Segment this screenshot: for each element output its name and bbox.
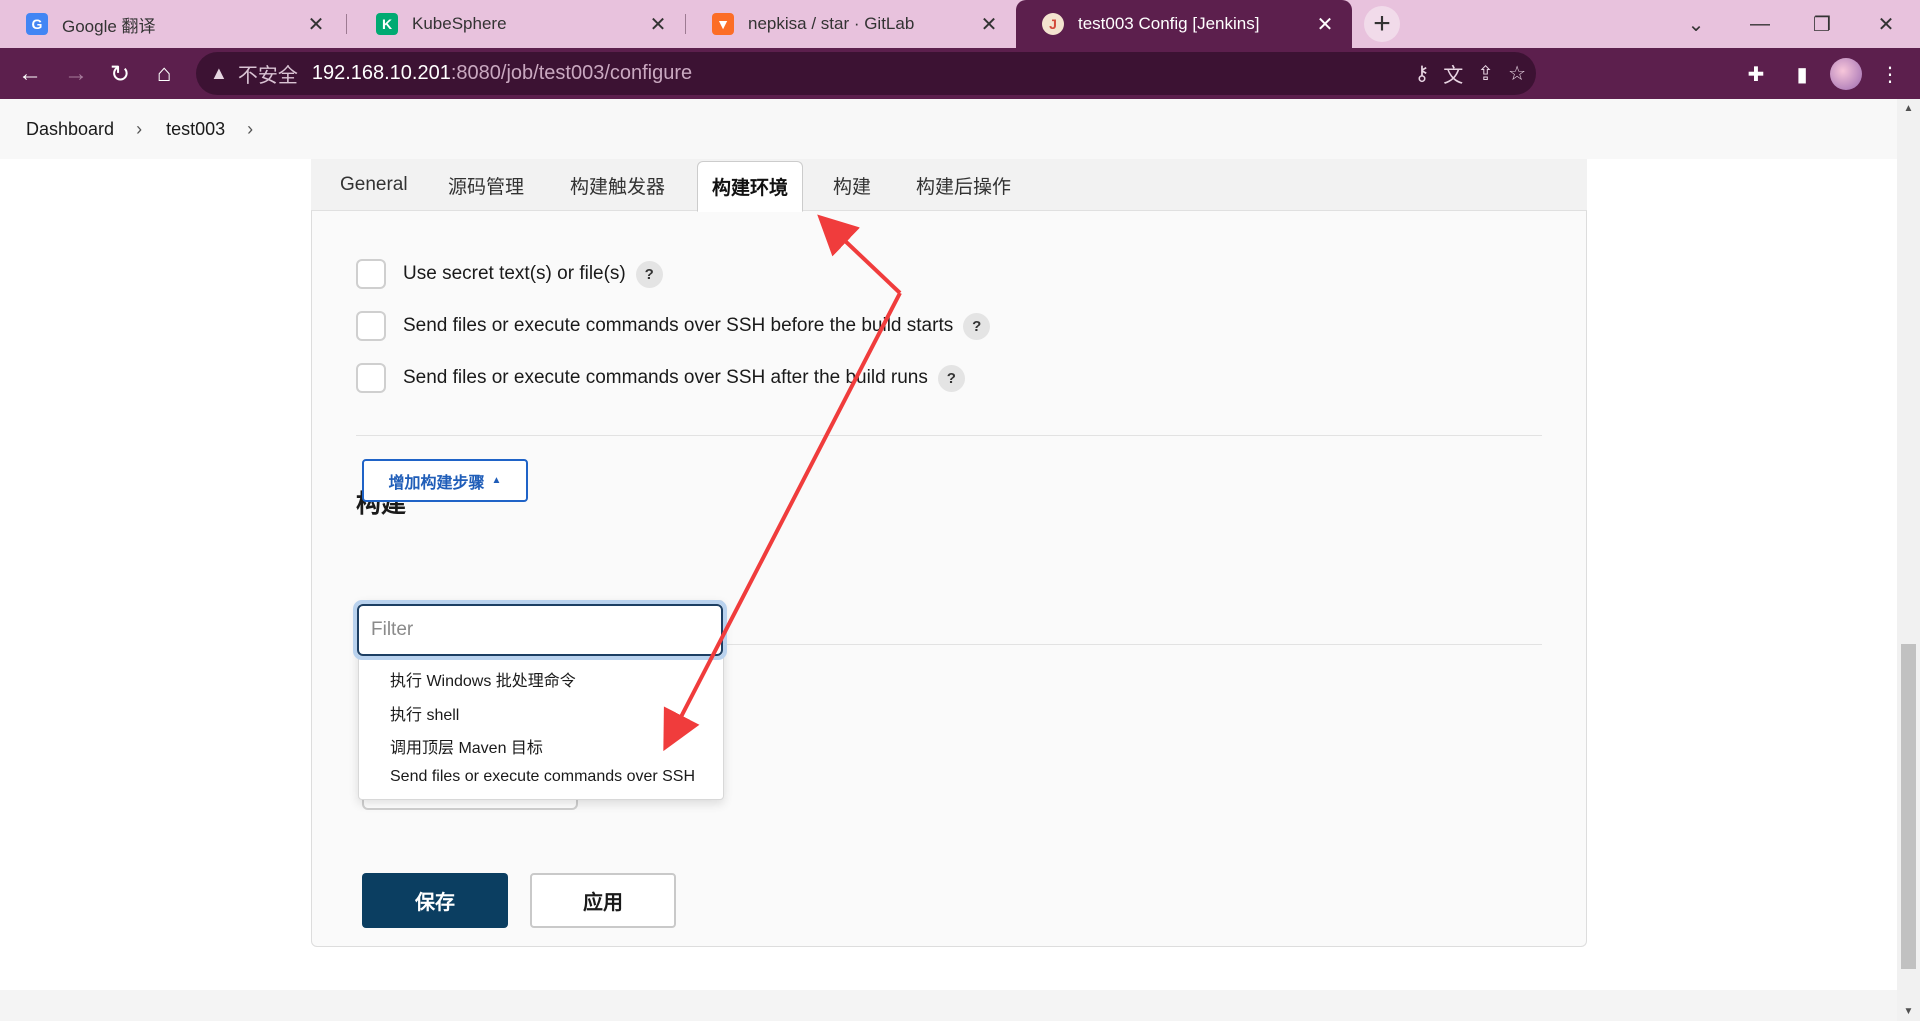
side-panel-icon[interactable]: ▮ — [1784, 56, 1820, 92]
tab-title: KubeSphere — [412, 14, 507, 33]
tab-post-build-actions[interactable]: 构建后操作 — [916, 159, 1011, 211]
browser-toolbar: ← → ↻ ⌂ ▲ 不安全 192.168.10.201:8080/job/te… — [0, 48, 1920, 99]
address-bar-actions: ⚷ 文 ⇪ ☆ — [1415, 52, 1526, 95]
breadcrumb-job[interactable]: test003 — [166, 119, 225, 140]
close-tab-icon[interactable]: ✕ — [978, 12, 1000, 37]
tab-general[interactable]: General — [340, 159, 408, 211]
close-tab-icon[interactable]: ✕ — [1314, 12, 1336, 37]
kubesphere-icon: K — [376, 13, 398, 35]
tab-title: nepkisa / star · GitLab — [748, 14, 915, 33]
option-ssh-after-build: Send files or execute commands over SSH … — [356, 362, 965, 394]
menu-item-execute-shell[interactable]: 执行 shell — [390, 701, 459, 725]
address-bar[interactable]: ▲ 不安全 192.168.10.201:8080/job/test003/co… — [196, 52, 1536, 95]
tab-build[interactable]: 构建 — [833, 159, 871, 211]
browser-tab-gitlab[interactable]: ▼ nepkisa / star · GitLab ✕ — [686, 0, 1016, 48]
config-tab-bar: General 源码管理 构建触发器 构建环境 构建 构建后操作 — [311, 159, 1587, 212]
url-path: :8080/job/test003/configure — [450, 62, 693, 84]
tab-separator — [346, 14, 347, 34]
close-tab-icon[interactable]: ✕ — [305, 12, 327, 37]
tab-title: test003 Config [Jenkins] — [1078, 14, 1260, 33]
add-build-step-label: 增加构建步骤 — [388, 474, 485, 492]
google-translate-icon: G — [26, 13, 48, 35]
breadcrumb: Dashboard › test003 › — [0, 99, 1897, 159]
forward-icon[interactable]: → — [58, 56, 94, 92]
ssh-after-build-checkbox[interactable] — [356, 363, 386, 393]
tab-search-chevron-icon[interactable]: ⌄ — [1668, 0, 1724, 48]
chevron-right-icon[interactable]: › — [247, 119, 253, 140]
chevron-right-icon[interactable]: › — [136, 119, 142, 140]
page-footer — [0, 990, 1897, 1021]
add-build-step-button[interactable]: 增加构建步骤 ▲ — [362, 459, 528, 502]
restore-icon[interactable]: ❐ — [1794, 0, 1850, 48]
minimize-icon[interactable]: — — [1732, 0, 1788, 48]
bookmark-star-icon[interactable]: ☆ — [1508, 61, 1526, 86]
caret-up-icon: ▲ — [491, 475, 502, 486]
tab-source-control[interactable]: 源码管理 — [448, 159, 524, 211]
tab-title: Google 翻译 — [62, 16, 156, 36]
option-label: Send files or execute commands over SSH … — [403, 315, 954, 336]
browser-tab-jenkins[interactable]: J test003 Config [Jenkins] ✕ — [1016, 0, 1352, 48]
option-use-secret: Use secret text(s) or file(s) ? — [356, 258, 663, 290]
translate-icon[interactable]: 文 — [1443, 59, 1463, 88]
option-ssh-before-build: Send files or execute commands over SSH … — [356, 310, 991, 342]
save-button[interactable]: 保存 — [362, 873, 508, 928]
help-icon[interactable]: ? — [937, 364, 965, 392]
jenkins-icon: J — [1042, 13, 1064, 35]
page-scrollbar[interactable]: ▲ ▼ — [1897, 99, 1920, 1021]
ssh-before-build-checkbox[interactable] — [356, 311, 386, 341]
profile-avatar[interactable] — [1830, 58, 1862, 90]
help-icon[interactable]: ? — [963, 312, 991, 340]
menu-item-windows-batch[interactable]: 执行 Windows 批处理命令 — [390, 667, 576, 691]
jenkins-page: Dashboard › test003 › General 源码管理 构建触发器… — [0, 99, 1897, 1021]
warning-triangle-icon[interactable]: ▲ — [210, 63, 228, 84]
security-label: 不安全 — [237, 65, 298, 87]
build-step-filter-input[interactable] — [357, 604, 723, 656]
section-divider — [356, 435, 1542, 436]
new-tab-button[interactable]: + — [1364, 6, 1400, 42]
share-icon[interactable]: ⇪ — [1477, 61, 1494, 86]
extensions-puzzle-icon[interactable]: ✚ — [1738, 56, 1774, 92]
help-icon[interactable]: ? — [635, 260, 663, 288]
scroll-up-icon[interactable]: ▲ — [1897, 103, 1920, 114]
home-icon[interactable]: ⌂ — [146, 56, 182, 92]
tab-build-environment[interactable]: 构建环境 — [697, 161, 804, 212]
option-label: Send files or execute commands over SSH … — [403, 367, 928, 388]
menu-item-maven-target[interactable]: 调用顶层 Maven 目标 — [390, 734, 543, 758]
extension-area: ✚ ▮ ⋮ — [1738, 56, 1908, 92]
scrollbar-thumb[interactable] — [1901, 644, 1916, 969]
gitlab-icon: ▼ — [712, 13, 734, 35]
browser-tab-google-translate[interactable]: G Google 翻译 ✕ — [0, 0, 343, 48]
use-secret-checkbox[interactable] — [356, 259, 386, 289]
menu-kebab-icon[interactable]: ⋮ — [1872, 56, 1908, 92]
scroll-down-icon[interactable]: ▼ — [1897, 1006, 1920, 1017]
browser-tab-bar: G Google 翻译 ✕ K KubeSphere ✕ ▼ nepkisa /… — [0, 0, 1920, 48]
option-label: Use secret text(s) or file(s) — [403, 263, 626, 284]
browser-tab-kubesphere[interactable]: K KubeSphere ✕ — [350, 0, 685, 48]
tab-build-triggers[interactable]: 构建触发器 — [570, 159, 665, 211]
close-window-icon[interactable]: ✕ — [1858, 0, 1914, 48]
key-icon[interactable]: ⚷ — [1415, 61, 1430, 86]
reload-icon[interactable]: ↻ — [102, 56, 138, 92]
back-icon[interactable]: ← — [12, 56, 48, 92]
close-tab-icon[interactable]: ✕ — [647, 12, 669, 37]
apply-button[interactable]: 应用 — [530, 873, 676, 928]
breadcrumb-dashboard[interactable]: Dashboard — [26, 119, 114, 140]
url-host: 192.168.10.201 — [311, 62, 451, 84]
menu-item-ssh-publish[interactable]: Send files or execute commands over SSH — [390, 768, 695, 786]
